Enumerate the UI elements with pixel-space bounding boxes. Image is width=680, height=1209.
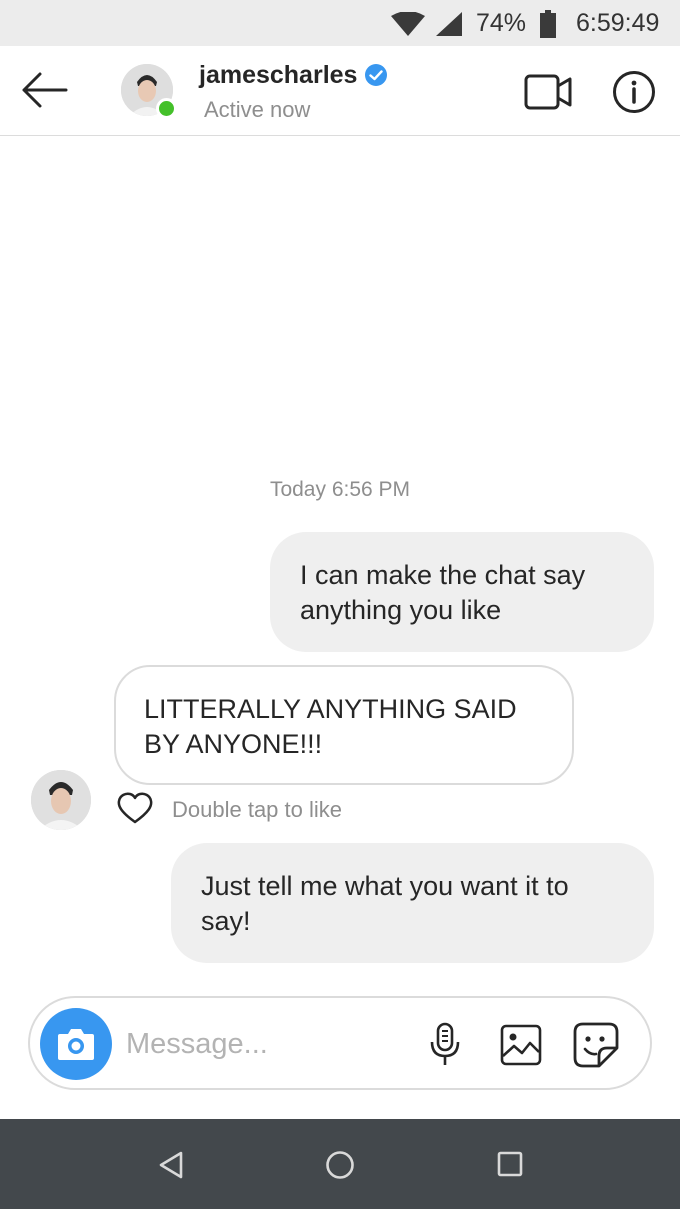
gallery-icon[interactable] [500, 1024, 542, 1071]
like-hint: Double tap to like [172, 797, 342, 822]
outgoing-message[interactable]: Just tell me what you want it to say! [171, 843, 654, 963]
sender-avatar[interactable] [31, 770, 91, 830]
chat-username[interactable]: jamescharles [199, 61, 357, 90]
status-bar: 74% 6:59:49 [0, 0, 680, 46]
message-composer [28, 996, 652, 1090]
nav-back-icon[interactable] [158, 1151, 184, 1184]
verified-badge-icon [364, 63, 388, 92]
video-call-icon[interactable] [524, 74, 572, 115]
battery-percent: 74% [476, 9, 527, 37]
signal-icon [436, 12, 462, 41]
chat-header: jamescharles Active now [0, 46, 680, 136]
system-nav-bar [0, 1119, 680, 1209]
message-input[interactable] [126, 1020, 406, 1068]
microphone-icon[interactable] [428, 1022, 462, 1073]
camera-button[interactable] [40, 1008, 112, 1080]
thread-timestamp: Today 6:56 PM [269, 478, 411, 501]
battery-icon [540, 10, 556, 43]
camera-icon [58, 1029, 94, 1060]
heart-icon[interactable] [117, 792, 153, 829]
nav-home-icon[interactable] [325, 1150, 355, 1185]
status-clock: 6:59:49 [576, 9, 660, 37]
outgoing-message[interactable]: I can make the chat say anything you lik… [270, 532, 654, 652]
nav-recents-icon[interactable] [497, 1151, 523, 1182]
wifi-icon [391, 11, 425, 41]
incoming-message[interactable]: LITTERALLY ANYTHING SAID BY ANYONE!!! [114, 665, 574, 785]
online-indicator [156, 98, 177, 119]
back-arrow-icon[interactable] [20, 70, 68, 115]
info-icon[interactable] [612, 70, 656, 119]
active-status: Active now [204, 97, 311, 122]
sticker-icon[interactable] [573, 1022, 619, 1073]
